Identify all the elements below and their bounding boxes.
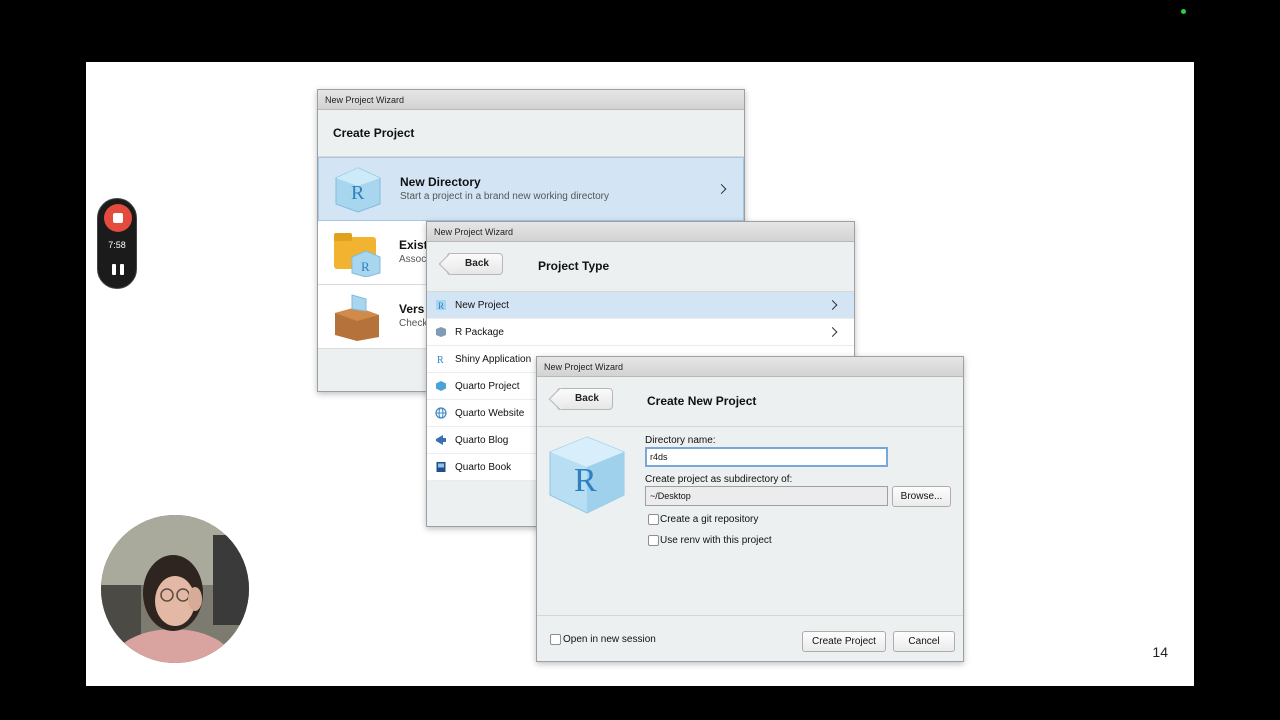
create-git-repo-checkbox[interactable] [648, 514, 659, 525]
recording-time: 7:58 [108, 240, 126, 250]
option-new-directory[interactable]: R New Directory Start a project in a bra… [318, 157, 744, 221]
recording-indicator [1181, 9, 1186, 14]
directory-name-label: Directory name: [645, 435, 716, 446]
folder-r-icon: R [334, 233, 381, 277]
dialog-header: Create Project [318, 110, 744, 157]
subdirectory-label: Create project as subdirectory of: [645, 474, 793, 485]
r-cube-icon: R [335, 167, 381, 213]
back-button[interactable]: Back [447, 253, 503, 275]
svg-text:R: R [437, 355, 444, 365]
project-type-label: Shiny Application [455, 354, 532, 365]
create-git-repo-label: Create a git repository [660, 514, 759, 525]
svg-text:R: R [574, 462, 597, 499]
new-project-wizard-create-new-project: New Project Wizard Back Create New Proje… [536, 356, 964, 662]
dialog-heading: Project Type [538, 259, 610, 273]
shiny-icon: R [437, 355, 444, 365]
project-type-label: R Package [455, 327, 504, 338]
option-title: Exist [399, 238, 428, 252]
project-type-label: Quarto Blog [455, 435, 509, 446]
back-button[interactable]: Back [557, 388, 613, 410]
svg-text:R: R [351, 182, 365, 204]
r-project-icon: R [436, 300, 446, 311]
use-renv-checkbox[interactable] [648, 535, 659, 546]
window-title: New Project Wizard [427, 222, 854, 242]
recording-control-panel: 7:58 [97, 198, 137, 289]
chevron-right-icon [716, 184, 727, 194]
option-subtitle: Assoc [399, 254, 427, 265]
project-type-label: Quarto Project [455, 381, 520, 392]
create-project-button[interactable]: Create Project [802, 631, 886, 652]
project-type-label: Quarto Book [455, 462, 512, 473]
globe-icon [435, 407, 447, 419]
project-type-new-project[interactable]: R New Project [427, 292, 854, 319]
chevron-right-icon [827, 300, 838, 310]
open-new-session-checkbox[interactable] [550, 634, 561, 645]
stop-recording-button[interactable] [104, 204, 132, 232]
slide-number: 14 [1152, 644, 1168, 660]
browse-button[interactable]: Browse... [892, 486, 951, 507]
stop-icon [113, 213, 123, 223]
subdirectory-input[interactable] [645, 486, 888, 506]
pause-recording-button[interactable] [112, 264, 124, 276]
option-title: Vers [399, 302, 425, 316]
svg-text:R: R [361, 259, 370, 274]
option-subtitle: Check [399, 318, 428, 329]
r-cube-icon: R [549, 436, 625, 514]
megaphone-icon [436, 435, 446, 445]
dialog-header: Back Project Type [427, 242, 854, 292]
chevron-right-icon [827, 327, 838, 337]
option-title: New Directory [400, 175, 481, 189]
svg-text:R: R [438, 301, 444, 311]
window-title: New Project Wizard [318, 90, 744, 110]
quarto-icon [436, 381, 446, 391]
dialog-heading: Create Project [333, 126, 415, 140]
use-renv-label: Use renv with this project [660, 535, 772, 546]
dialog-header: Back Create New Project [537, 377, 963, 427]
project-type-r-package[interactable]: R Package [427, 319, 854, 346]
webcam-overlay [101, 515, 249, 663]
directory-name-input[interactable] [645, 447, 888, 467]
window-title: New Project Wizard [537, 357, 963, 377]
cancel-button[interactable]: Cancel [893, 631, 955, 652]
option-subtitle: Start a project in a brand new working d… [400, 191, 609, 202]
box-icon [335, 294, 379, 341]
book-icon [436, 462, 446, 472]
open-new-session-label: Open in new session [563, 634, 656, 645]
r-package-icon [436, 327, 446, 337]
project-type-label: New Project [455, 300, 509, 311]
pause-icon [112, 264, 116, 275]
dialog-footer: Open in new session Create Project Cance… [537, 615, 963, 661]
presenter-video [101, 515, 249, 663]
dialog-heading: Create New Project [647, 394, 757, 408]
project-type-label: Quarto Website [455, 408, 525, 419]
